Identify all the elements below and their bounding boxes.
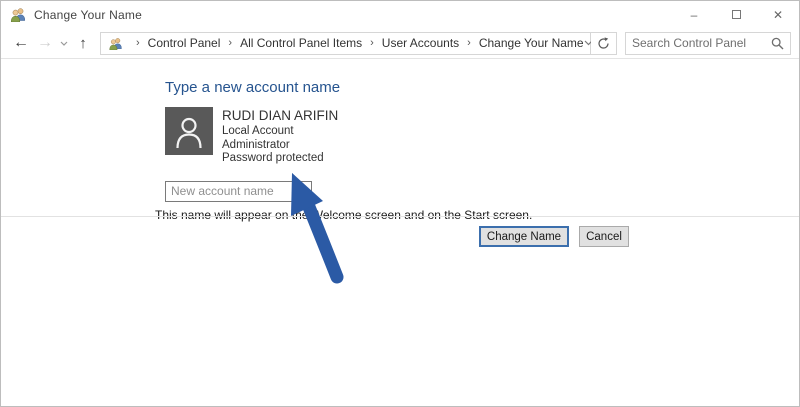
cancel-button[interactable]: Cancel: [579, 226, 629, 247]
close-button[interactable]: ✕: [757, 1, 799, 28]
change-your-name-window: Change Your Name – ✕ ← → ↑ › Control Pan…: [0, 0, 800, 407]
titlebar: Change Your Name – ✕: [1, 1, 799, 28]
search-box: [625, 32, 791, 55]
account-name: RUDI DIAN ARIFIN: [222, 108, 338, 123]
refresh-icon: [597, 37, 610, 50]
user-avatar: [165, 107, 213, 155]
main-content: Type a new account name RUDI DIAN ARIFIN…: [1, 79, 799, 222]
search-icon[interactable]: [771, 37, 784, 50]
user-accounts-icon: [10, 7, 27, 22]
address-bar[interactable]: › Control Panel › All Control Panel Item…: [100, 32, 591, 55]
new-account-name-input[interactable]: [165, 181, 312, 202]
maximize-icon: [732, 10, 741, 19]
back-button[interactable]: ←: [9, 34, 33, 52]
maximize-button[interactable]: [715, 1, 757, 28]
search-input[interactable]: [632, 36, 771, 50]
breadcrumb-separator: ›: [467, 37, 471, 49]
breadcrumb-separator: ›: [136, 37, 140, 49]
recent-pages-chevron-icon[interactable]: [57, 41, 71, 46]
account-role: Administrator: [222, 139, 338, 153]
account-details: RUDI DIAN ARIFIN Local Account Administr…: [222, 107, 338, 166]
breadcrumb-separator: ›: [228, 37, 232, 49]
change-name-button[interactable]: Change Name: [479, 226, 569, 247]
refresh-button[interactable]: [591, 32, 617, 55]
action-buttons: Change Name Cancel: [479, 226, 629, 247]
page-title: Type a new account name: [165, 79, 799, 96]
breadcrumb-all-control-panel-items[interactable]: All Control Panel Items: [240, 36, 362, 50]
breadcrumb-user-accounts[interactable]: User Accounts: [382, 36, 459, 50]
section-divider: [1, 216, 799, 217]
account-summary: RUDI DIAN ARIFIN Local Account Administr…: [165, 107, 799, 166]
up-button[interactable]: ↑: [71, 35, 95, 52]
name-change-description: This name will appear on the Welcome scr…: [155, 208, 799, 222]
breadcrumb-control-panel[interactable]: Control Panel: [148, 36, 221, 50]
minimize-button[interactable]: –: [673, 1, 715, 28]
navigation-bar: ← → ↑ › Control Panel › All Control Pane…: [1, 28, 799, 59]
window-controls: – ✕: [673, 1, 799, 28]
breadcrumb-separator: ›: [370, 37, 374, 49]
breadcrumb-user-accounts-icon: [108, 37, 124, 50]
breadcrumb-change-your-name[interactable]: Change Your Name: [479, 36, 584, 50]
account-protection: Password protected: [222, 152, 338, 166]
forward-button[interactable]: →: [33, 34, 57, 52]
account-type: Local Account: [222, 125, 338, 139]
window-title: Change Your Name: [34, 8, 142, 22]
